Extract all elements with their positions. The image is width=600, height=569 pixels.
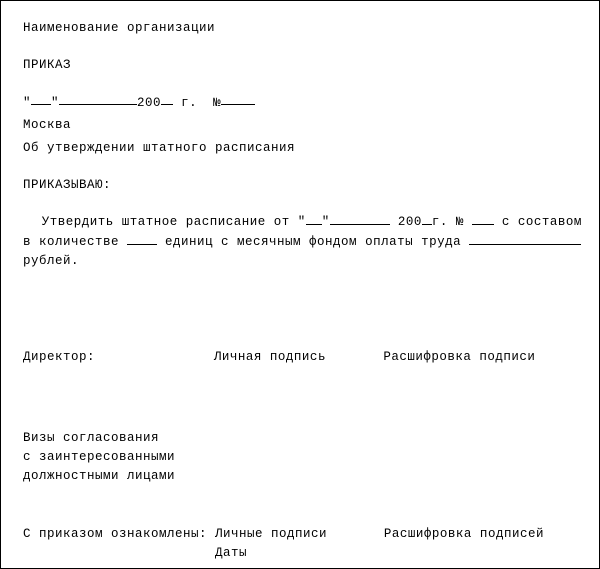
blank-qty xyxy=(127,232,157,245)
ack-mid-line2: Даты xyxy=(215,544,376,563)
ack-right: Расшифровка подписей xyxy=(384,525,577,544)
blank-number2 xyxy=(472,212,494,225)
date-number-line: " " 200 г. № xyxy=(23,93,577,113)
blank-number xyxy=(221,93,255,106)
body-text-2: " xyxy=(322,215,330,229)
body-text-4: г. № xyxy=(432,215,472,229)
blank-fund xyxy=(469,232,581,245)
body-line2-a: в количестве xyxy=(23,235,127,249)
number-sign: № xyxy=(213,95,221,109)
blank-day2 xyxy=(306,212,322,225)
order-lead: ПРИКАЗЫВАЮ: xyxy=(23,176,577,195)
ack-label: С приказом ознакомлены: xyxy=(23,525,207,544)
order-body: Утвердить штатное расписание от " " 200 г.… xyxy=(23,212,577,270)
signature-decipher: Расшифровка подписи xyxy=(383,348,577,367)
body-text-3: 200 xyxy=(390,215,422,229)
body-line-1: Утвердить штатное расписание от " " 200 г.… xyxy=(23,212,577,232)
city: Москва xyxy=(23,116,577,135)
body-text-5: с составом xyxy=(494,215,582,229)
visa-line-1: Визы согласования xyxy=(23,429,577,448)
visa-line-2: с заинтересованными xyxy=(23,448,577,467)
body-line-3: рублей. xyxy=(23,252,577,271)
order-title: ПРИКАЗ xyxy=(23,56,577,75)
year-prefix: 200 xyxy=(137,95,161,109)
document-page: Наименование организации ПРИКАЗ " " 200 г.… xyxy=(0,0,600,569)
blank-day xyxy=(31,93,51,106)
quote-open: " xyxy=(23,95,31,109)
director-sign-row: Директор: Личная подпись Расшифровка под… xyxy=(23,348,577,367)
ack-mid: Личные подписи Даты xyxy=(215,525,376,563)
body-line-2: в количестве единиц с месячным фондом оп… xyxy=(23,232,577,252)
visa-line-3: должностными лицами xyxy=(23,467,577,486)
blank-month xyxy=(59,93,137,106)
ack-mid-line1: Личные подписи xyxy=(215,525,376,544)
visa-block: Визы согласования с заинтересованными до… xyxy=(23,429,577,485)
blank-month2 xyxy=(330,212,390,225)
director-label: Директор: xyxy=(23,348,206,367)
signature-label: Личная подпись xyxy=(214,348,375,367)
quote-close: " xyxy=(51,95,59,109)
blank-year2 xyxy=(422,212,432,225)
year-suffix: г. xyxy=(181,95,197,109)
org-name-label: Наименование организации xyxy=(23,19,577,38)
blank-year-digit xyxy=(161,93,173,106)
body-text-1: Утвердить штатное расписание от " xyxy=(42,215,306,229)
subject: Об утверждении штатного расписания xyxy=(23,139,577,158)
body-line2-b: единиц с месячным фондом оплаты труда xyxy=(157,235,469,249)
ack-row: С приказом ознакомлены: Личные подписи Д… xyxy=(23,525,577,563)
